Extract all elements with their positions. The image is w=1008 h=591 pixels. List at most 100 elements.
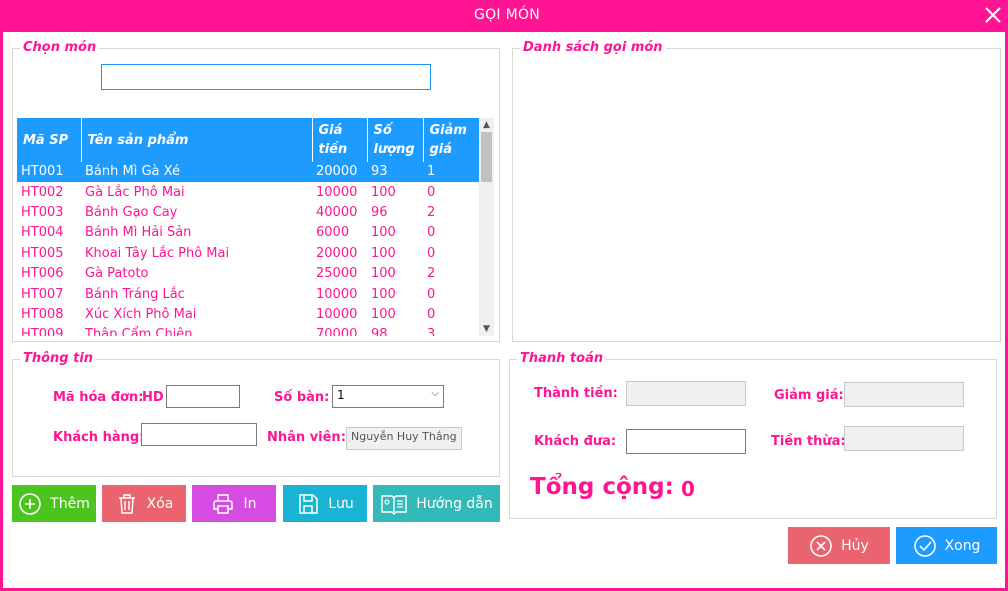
- cell-gia: 25000: [316, 266, 358, 282]
- cell-ten: Xúc Xích Phô Mai: [85, 306, 197, 322]
- in-button[interactable]: In: [192, 485, 276, 522]
- cell-ten: Gà Patoto: [85, 266, 149, 282]
- nhan-vien-field: Nguyễn Huy Thắng: [346, 427, 462, 450]
- search-input[interactable]: [101, 64, 431, 90]
- khach-hang-field[interactable]: [141, 423, 257, 446]
- khach-hang-label: Khách hàng:: [53, 430, 145, 445]
- cell-ten: Thập Cẩm Chiên: [85, 327, 193, 336]
- cell-sl: 100: [371, 306, 396, 322]
- cell-gia: 10000: [316, 184, 358, 200]
- column-header-ten-san-pham[interactable]: Tên sản phẩm: [81, 118, 313, 162]
- close-button[interactable]: [981, 3, 1005, 27]
- cell-sl: 96: [371, 204, 388, 220]
- table-row[interactable]: HT004 Bánh Mì Hải Sản 6000 100 0: [17, 223, 479, 243]
- cell-gg: 2: [427, 266, 436, 282]
- luu-label: Lưu: [328, 495, 354, 512]
- xoa-button[interactable]: Xóa: [102, 485, 186, 522]
- tong-cong-label: Tổng cộng:: [530, 474, 674, 500]
- table-row[interactable]: HT002 Gà Lắc Phô Mai 10000 100 0: [17, 182, 479, 202]
- scroll-down-arrow-icon[interactable]: ▼: [479, 322, 494, 336]
- cell-ma: HT009: [21, 327, 64, 336]
- cell-gg: 0: [427, 306, 436, 322]
- thanh-toan-legend: Thanh toán: [517, 351, 607, 367]
- cell-sl: 93: [367, 162, 423, 183]
- ma-hoa-don-field[interactable]: [166, 385, 240, 408]
- table-row[interactable]: HT001 Bánh Mì Gà Xé 20000 93 1: [17, 162, 479, 183]
- scroll-thumb[interactable]: [481, 132, 492, 182]
- cancel-circle-icon: [810, 534, 832, 557]
- trash-icon: [118, 493, 135, 514]
- cell-ten: Gà Lắc Phô Mai: [85, 184, 185, 200]
- window-title: GỌI MÓN: [473, 7, 541, 23]
- cell-ten: Bánh Mì Hải Sản: [85, 225, 192, 241]
- table-row[interactable]: HT007 Bánh Tráng Lắc 10000 100 0: [17, 284, 479, 304]
- them-label: Thêm: [50, 495, 90, 512]
- so-ban-select[interactable]: 1 ⌵: [332, 385, 444, 408]
- cell-ma: HT008: [21, 306, 64, 322]
- cell-ten: Bánh Mì Gà Xé: [81, 162, 312, 183]
- thanh-tien-field: [626, 381, 746, 406]
- table-row[interactable]: HT003 Bánh Gạo Cay 40000 96 2: [17, 203, 479, 223]
- plus-circle-icon: [19, 492, 41, 515]
- thong-tin-legend: Thông tin: [20, 351, 97, 367]
- column-header-ma-sp[interactable]: Mã SP: [17, 118, 82, 162]
- thanh-tien-label: Thành tiền:: [534, 386, 618, 401]
- title-bar: GỌI MÓN: [3, 0, 1008, 32]
- them-button[interactable]: Thêm: [12, 485, 96, 522]
- in-label: In: [243, 495, 257, 512]
- cell-gia: 20000: [316, 245, 358, 261]
- cell-ma: HT004: [21, 225, 64, 241]
- scroll-up-arrow-icon[interactable]: ▲: [479, 118, 494, 132]
- grid-header-row: Mã SP Tên sản phẩm Giá tiền Số lượng Giả…: [17, 118, 480, 162]
- huong-dan-label: Hướng dẫn: [416, 495, 493, 512]
- cell-ma: HT005: [21, 245, 64, 261]
- huy-label: Hủy: [841, 537, 869, 554]
- cell-gia: 10000: [316, 306, 358, 322]
- tong-cong-value: 0: [681, 477, 695, 501]
- close-icon: [985, 7, 1001, 23]
- giam-gia-label: Giảm giá:: [774, 388, 844, 403]
- nhan-vien-label: Nhân viên:: [267, 430, 346, 445]
- cell-sl: 100: [371, 184, 396, 200]
- table-row[interactable]: HT006 Gà Patoto 25000 100 2: [17, 264, 479, 284]
- cell-ma: HT003: [21, 204, 64, 220]
- thong-tin-group: Thông tin: [12, 351, 500, 477]
- luu-button[interactable]: Lưu: [283, 485, 367, 522]
- cell-sl: 100: [371, 266, 396, 282]
- cell-ma: HT007: [21, 286, 64, 302]
- cell-gia: 20000: [312, 162, 367, 183]
- xong-button[interactable]: Xong: [896, 527, 997, 564]
- column-header-giam-gia[interactable]: Giảm giá: [423, 118, 480, 162]
- grid-scrollbar[interactable]: ▲ ▼: [479, 118, 494, 336]
- huong-dan-button[interactable]: Hướng dẫn: [373, 485, 500, 522]
- cell-gg: 2: [427, 204, 436, 220]
- giam-gia-field: [844, 382, 964, 407]
- table-row[interactable]: HT008 Xúc Xích Phô Mai 10000 100 0: [17, 305, 479, 325]
- huy-button[interactable]: Hủy: [788, 527, 890, 564]
- save-icon: [299, 493, 318, 514]
- table-row[interactable]: HT009 Thập Cẩm Chiên 70000 98 3: [17, 325, 479, 336]
- so-ban-label: Số bàn:: [274, 390, 330, 405]
- column-header-so-luong[interactable]: Số lượng: [367, 118, 424, 162]
- cell-sl: 100: [371, 225, 396, 241]
- cell-gia: 40000: [316, 204, 358, 220]
- tien-thua-label: Tiền thừa:: [771, 434, 846, 449]
- cell-gia: 10000: [316, 286, 358, 302]
- cell-sl: 100: [371, 286, 396, 302]
- danh-sach-legend: Danh sách gọi món: [520, 40, 666, 56]
- khach-dua-field[interactable]: [626, 429, 746, 454]
- ma-hoa-don-label: Mã hóa đơn:: [53, 390, 144, 405]
- cell-gg: 0: [427, 184, 436, 200]
- tien-thua-field: [844, 426, 964, 451]
- cell-ten: Bánh Gạo Cay: [85, 204, 178, 220]
- chevron-down-icon: ⌵: [431, 388, 439, 399]
- cell-gg: 0: [427, 286, 436, 302]
- cell-gia: 6000: [316, 225, 350, 241]
- cell-ten: Bánh Tráng Lắc: [85, 286, 185, 302]
- cell-gia: 70000: [316, 327, 358, 336]
- so-ban-value: 1: [337, 388, 345, 402]
- cell-ma: HT001: [17, 162, 81, 183]
- cell-ma: HT002: [21, 184, 64, 200]
- column-header-gia-tien[interactable]: Giá tiền: [312, 118, 368, 162]
- table-row[interactable]: HT005 Khoai Tây Lắc Phô Mai 20000 100 0: [17, 244, 479, 264]
